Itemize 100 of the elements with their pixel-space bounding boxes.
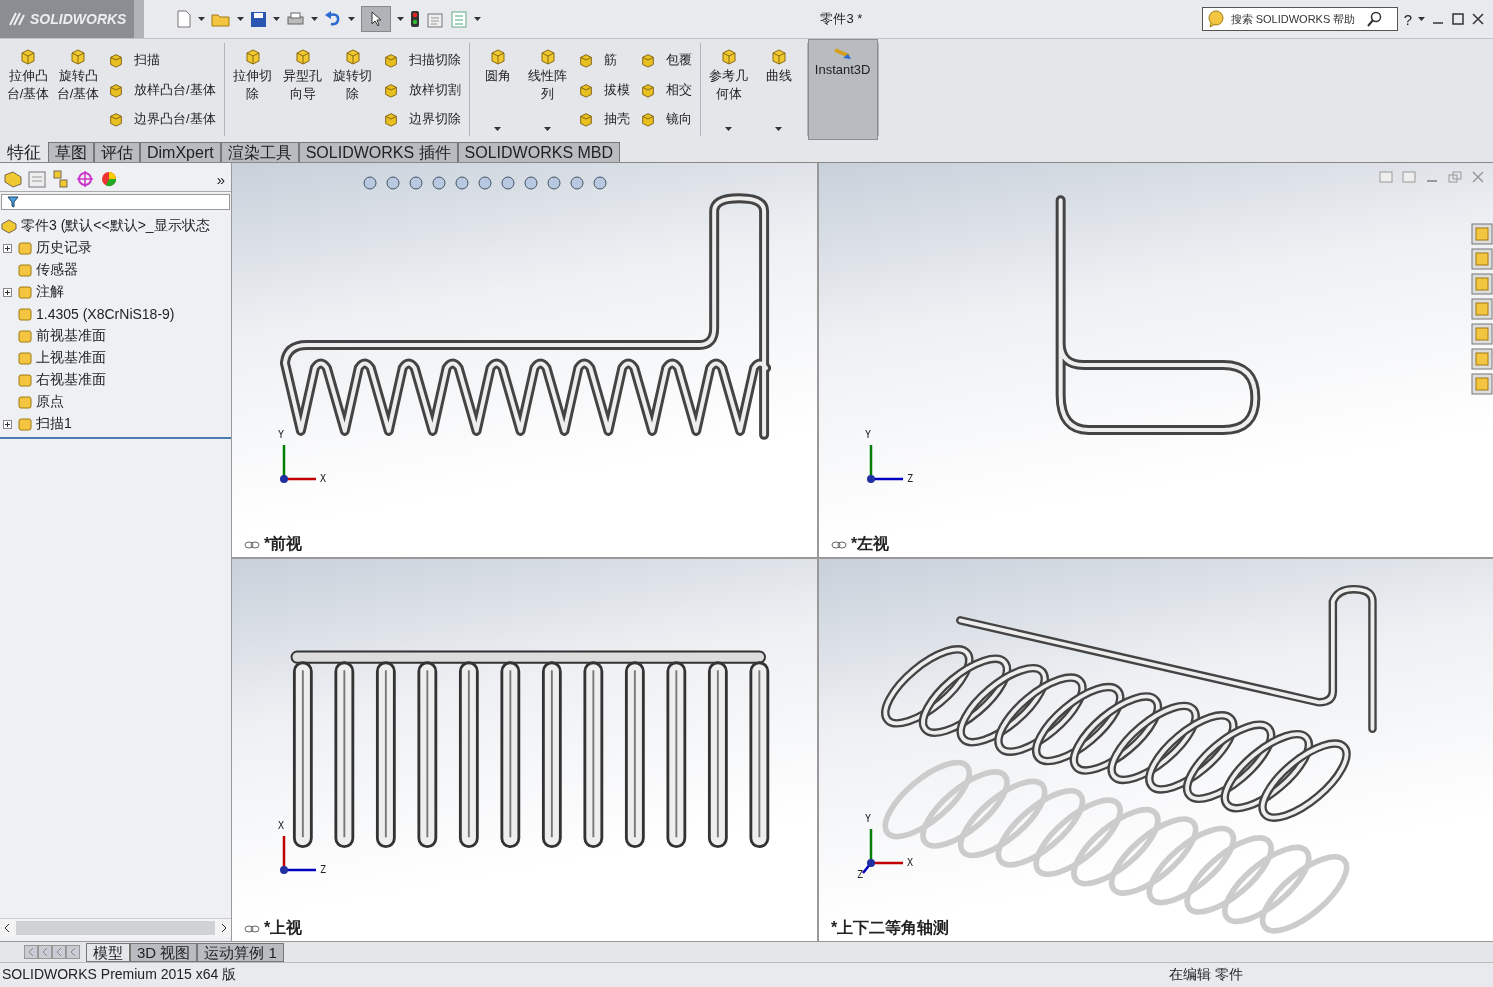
viewport[interactable]: Y Z *左视 — [819, 163, 1493, 557]
search-icon[interactable] — [1366, 11, 1383, 27]
caret-icon[interactable] — [198, 16, 205, 22]
caret-icon[interactable] — [1418, 16, 1425, 22]
undo-icon[interactable] — [324, 11, 342, 27]
tree-item[interactable]: 上视基准面 — [0, 347, 231, 369]
caret-icon[interactable] — [237, 16, 244, 22]
axis-label: Z — [857, 869, 864, 880]
command-tab[interactable]: 草图 — [48, 142, 94, 162]
ribbon-tool-button[interactable]: 边界切除 — [382, 108, 461, 130]
view-name-label: *上下二等角轴测 — [831, 918, 950, 938]
ribbon-tool-button[interactable]: 放样切割 — [382, 78, 461, 101]
expand-panel-button[interactable]: » — [216, 170, 229, 188]
caret-icon[interactable] — [348, 16, 355, 22]
traffic-light-icon[interactable] — [410, 10, 420, 28]
feature-icon — [17, 284, 33, 300]
tree-item[interactable]: 传感器 — [0, 259, 231, 281]
feature-tree-tab-icon[interactable] — [2, 169, 24, 189]
app-logo: SOLIDWORKS — [0, 0, 144, 38]
checklist-icon[interactable] — [450, 10, 468, 28]
part-icon — [0, 218, 18, 234]
maximize-icon[interactable] — [1451, 12, 1465, 26]
ribbon-tool-button[interactable]: 筋 — [577, 49, 630, 71]
tree-item[interactable]: 注解 — [0, 281, 231, 303]
filter-field[interactable] — [1, 194, 230, 210]
caret-icon[interactable] — [397, 16, 404, 22]
tree-item[interactable]: 历史记录 — [0, 237, 231, 259]
ribbon-tool-button[interactable]: 拔模 — [577, 78, 630, 101]
ribbon-tool-button[interactable]: 圆角 — [473, 47, 522, 132]
scroll-left-icon[interactable] — [4, 923, 10, 933]
caret-icon[interactable] — [474, 16, 481, 22]
tile-left-icon[interactable] — [1379, 171, 1393, 183]
ribbon-tool-button[interactable]: 拉伸凸台/基体 — [4, 47, 52, 132]
tree-item[interactable]: 1.4305 (X8CrNiS18-9) — [0, 303, 231, 325]
printer-icon[interactable] — [286, 11, 305, 27]
ribbon-tool-button[interactable]: 扫描切除 — [382, 49, 461, 71]
caret-icon[interactable] — [544, 127, 552, 132]
ribbon-tool-button[interactable]: 旋转切除 — [328, 47, 377, 132]
status-text: SOLIDWORKS Premium 2015 x64 版 — [2, 966, 237, 984]
tree-item[interactable]: 零件3 (默认<<默认>_显示状态 — [0, 215, 231, 237]
expand-icon[interactable] — [3, 243, 14, 253]
tree-item[interactable]: 前视基准面 — [0, 325, 231, 347]
feature-icon — [17, 328, 33, 344]
ribbon-tool-button[interactable]: 镜向 — [639, 108, 692, 130]
ribbon-tool-button[interactable]: 参考几何体 — [704, 47, 753, 132]
model-tab[interactable]: 3D 视图 — [130, 942, 198, 962]
feature-icon — [17, 240, 33, 256]
expand-icon[interactable] — [3, 287, 14, 297]
tile-right-icon[interactable] — [1402, 171, 1416, 183]
next-icon[interactable] — [52, 945, 66, 959]
save-icon[interactable] — [250, 10, 267, 28]
ribbon-tool-button[interactable]: 曲线 — [754, 47, 803, 132]
ribbon-tool-button[interactable]: 相交 — [639, 78, 692, 101]
feature-icon — [17, 394, 33, 410]
help-bubble-icon — [1206, 10, 1225, 28]
ribbon-tool-button[interactable]: 包覆 — [639, 49, 692, 71]
horizontal-scrollbar[interactable] — [0, 918, 231, 937]
model-tab[interactable]: 模型 — [86, 942, 130, 962]
previous-icon[interactable] — [38, 945, 52, 959]
command-tab[interactable]: 渲染工具 — [220, 142, 299, 162]
instant3d-toggle[interactable]: Instant3D — [807, 39, 878, 140]
tree-item[interactable]: 原点 — [0, 391, 231, 413]
command-tab[interactable]: SOLIDWORKS MBD — [457, 142, 621, 162]
command-tab[interactable]: 评估 — [94, 142, 140, 162]
ribbon-tool-button[interactable]: 扫描 — [108, 49, 216, 71]
command-tab[interactable]: DimXpert — [140, 142, 221, 162]
caret-icon[interactable] — [273, 16, 280, 22]
ribbon-tool-button[interactable]: 旋转凸台/基体 — [54, 47, 102, 132]
ribbon-tool-button[interactable]: 线性阵列 — [523, 47, 572, 132]
new-document-icon[interactable] — [176, 10, 192, 28]
tree-item[interactable]: 右视基准面 — [0, 369, 231, 391]
viewport[interactable]: Y X Z *上下二等角轴测 — [819, 559, 1493, 941]
caret-icon[interactable] — [311, 16, 318, 22]
viewport[interactable]: X Z *上视 — [232, 559, 817, 941]
select-tool-button[interactable] — [361, 6, 391, 32]
caret-icon[interactable] — [775, 127, 783, 132]
close-icon[interactable] — [1471, 12, 1485, 26]
crosshair-tab-icon[interactable] — [74, 169, 96, 189]
ruler-icon — [832, 46, 853, 60]
axis-label: Z — [320, 864, 327, 875]
help-button[interactable]: ? — [1403, 10, 1412, 28]
ribbon-tool-button[interactable]: 放样凸台/基体 — [108, 78, 216, 101]
ribbon-tool-button[interactable]: 异型孔向导 — [278, 47, 327, 132]
viewport[interactable]: Y X *前视 — [232, 163, 817, 557]
last-icon[interactable] — [66, 945, 80, 959]
ribbon-tool-button[interactable]: 抽壳 — [577, 108, 630, 130]
model-tab[interactable]: 运动算例 1 — [197, 942, 284, 962]
caret-icon[interactable] — [725, 127, 733, 132]
ribbon-tool-button[interactable]: 边界凸台/基体 — [108, 108, 216, 130]
expand-icon[interactable] — [3, 419, 14, 429]
ribbon-tool-button[interactable]: 拉伸切除 — [228, 47, 277, 132]
tree-item[interactable]: 扫描1 — [0, 413, 231, 435]
feature-icon — [17, 372, 33, 388]
search-box[interactable]: 搜索 SOLIDWORKS 帮助 — [1201, 7, 1398, 31]
command-tab[interactable]: SOLIDWORKS 插件 — [298, 142, 458, 162]
first-icon[interactable] — [24, 945, 38, 959]
scroll-right-icon[interactable] — [221, 923, 227, 933]
axis-label: X — [907, 857, 914, 868]
view-name-label: *前视 — [264, 534, 303, 554]
caret-icon[interactable] — [494, 127, 502, 132]
